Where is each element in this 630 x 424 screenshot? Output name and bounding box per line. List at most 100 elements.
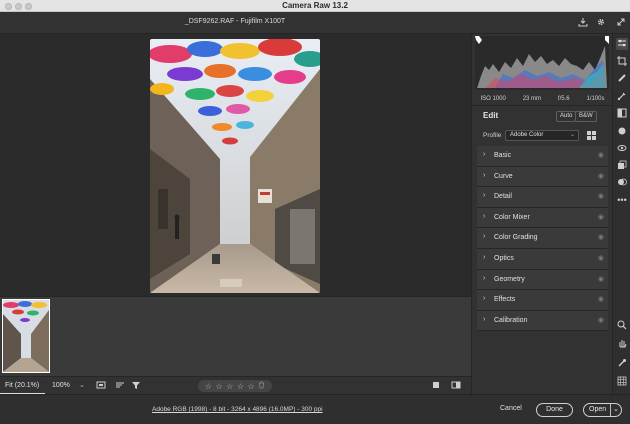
download-icon[interactable] <box>577 17 589 29</box>
section-label: Effects <box>494 296 516 304</box>
section-calibration[interactable]: › Calibration ◉ <box>477 310 608 332</box>
section-basic[interactable]: › Basic ◉ <box>477 146 608 167</box>
shadow-clipping-icon <box>475 36 482 44</box>
section-color-grading[interactable]: › Color Grading ◉ <box>477 228 608 249</box>
eye-icon[interactable]: ◉ <box>598 295 604 303</box>
histogram[interactable] <box>475 36 609 90</box>
section-label: Curve <box>494 172 513 180</box>
section-label: Geometry <box>494 275 525 283</box>
profile-value: Adobe Color <box>510 132 544 138</box>
canvas-bottom-bar: Fit (20.1%) 100% ⌄ ☆ ☆ ☆ ☆ ☆ <box>0 376 471 395</box>
footer-bar: Adobe RGB (1998) - 8 bit - 3264 x 4896 (… <box>0 394 630 424</box>
chevron-right-icon: › <box>483 295 486 303</box>
section-optics[interactable]: › Optics ◉ <box>477 248 608 270</box>
chevron-right-icon: › <box>483 151 486 158</box>
open-button-separator <box>610 404 611 416</box>
section-label: Basic <box>494 152 512 159</box>
healing-brush-icon[interactable] <box>616 73 628 85</box>
section-geometry[interactable]: › Geometry ◉ <box>477 269 608 291</box>
section-label: Color Grading <box>494 234 538 242</box>
black-white-button[interactable]: B&W <box>575 111 597 122</box>
section-label: Color Mixer <box>494 213 530 221</box>
trash-icon[interactable] <box>258 381 265 391</box>
gear-icon[interactable] <box>595 17 607 29</box>
exif-iso: ISO 1000 <box>480 95 506 102</box>
edit-title: Edit <box>483 111 499 120</box>
edit-panel: ISO 1000 23 mm f/5.6 1/100s Edit Auto B&… <box>471 34 613 394</box>
edit-header: Edit Auto B&W <box>472 108 613 124</box>
profile-select[interactable]: Adobe Color ⌄ <box>505 130 579 141</box>
section-effects[interactable]: › Effects ◉ <box>477 290 608 311</box>
red-eye-icon[interactable] <box>616 143 628 155</box>
zoom-level-select[interactable]: 100% <box>52 382 70 389</box>
image-canvas[interactable] <box>0 34 471 296</box>
edit-sliders-icon[interactable] <box>616 38 628 50</box>
profile-browser-icon[interactable] <box>586 131 596 141</box>
eye-icon[interactable]: ◉ <box>598 172 604 180</box>
filmstrip-thumbnail[interactable] <box>2 299 50 373</box>
chevron-down-icon[interactable]: ⌄ <box>79 381 85 389</box>
eye-icon[interactable]: ◉ <box>598 254 604 262</box>
hand-tool-icon[interactable] <box>616 338 628 350</box>
star-icon[interactable]: ☆ <box>226 382 233 391</box>
edit-sections: › Basic ◉ › Curve ◉ › Detail ◉ › Color Mixer ◉ ›… <box>472 146 613 332</box>
chevron-right-icon: › <box>483 233 486 241</box>
eye-icon[interactable]: ◉ <box>598 213 604 221</box>
exif-info: ISO 1000 23 mm f/5.6 1/100s <box>472 92 613 106</box>
star-rating[interactable]: ☆ ☆ ☆ ☆ ☆ <box>198 380 272 392</box>
photo-preview[interactable] <box>150 39 320 293</box>
tool-strip: ••• <box>612 34 630 394</box>
auto-button[interactable]: Auto <box>556 111 577 122</box>
expand-icon[interactable] <box>615 17 627 29</box>
color-sampler-icon[interactable] <box>616 358 628 370</box>
exif-shutter: 1/100s <box>586 95 605 102</box>
chevron-down-icon: ⌄ <box>569 132 575 138</box>
filmstrip <box>0 296 471 376</box>
more-icon[interactable]: ••• <box>616 194 628 206</box>
section-color-mixer[interactable]: › Color Mixer ◉ <box>477 207 608 229</box>
eye-icon[interactable]: ◉ <box>598 275 604 283</box>
exif-focal-length: 23 mm <box>522 95 542 102</box>
snapshots-icon[interactable] <box>616 160 628 172</box>
chevron-right-icon: › <box>483 253 486 261</box>
header-bar: _DSF9262.RAF - Fujifilm X100T <box>0 12 630 34</box>
zoom-fit-button[interactable]: Fit (20.1%) <box>5 382 39 389</box>
eye-icon[interactable]: ◉ <box>598 233 604 241</box>
section-label: Optics <box>494 254 514 262</box>
star-icon[interactable]: ☆ <box>248 382 255 391</box>
single-view-icon[interactable] <box>430 380 442 392</box>
before-after-icon[interactable] <box>450 380 462 392</box>
eye-icon[interactable]: ◉ <box>598 151 604 159</box>
sort-icon[interactable] <box>114 380 126 392</box>
zoom-tool-icon[interactable] <box>616 320 628 332</box>
section-label: Detail <box>494 193 512 201</box>
grid-overlay-icon[interactable] <box>616 376 628 388</box>
section-detail[interactable]: › Detail ◉ <box>477 187 608 208</box>
star-icon[interactable]: ☆ <box>215 382 222 391</box>
presets-icon[interactable] <box>616 177 628 189</box>
section-curve[interactable]: › Curve ◉ <box>477 166 608 188</box>
filter-icon[interactable] <box>130 380 142 392</box>
crop-icon[interactable] <box>616 56 628 68</box>
chevron-down-icon[interactable]: ⌄ <box>613 405 619 413</box>
highlight-clipping-icon <box>605 36 609 44</box>
workflow-options-link[interactable]: Adobe RGB (1998) - 8 bit - 3264 x 4896 (… <box>152 406 323 413</box>
eye-icon[interactable]: ◉ <box>598 316 604 324</box>
star-icon[interactable]: ☆ <box>237 382 244 391</box>
view-options-icon[interactable] <box>95 380 107 392</box>
eye-icon[interactable]: ◉ <box>598 192 604 200</box>
window-title: Camera Raw 13.2 <box>282 1 348 10</box>
cancel-button[interactable]: Cancel <box>500 405 522 412</box>
open-button[interactable]: Open ⌄ <box>583 403 622 417</box>
chevron-right-icon: › <box>483 274 486 282</box>
adjustment-brush-icon[interactable] <box>616 91 628 103</box>
radial-filter-icon[interactable] <box>616 126 628 138</box>
star-icon[interactable]: ☆ <box>205 382 212 391</box>
graduated-filter-icon[interactable] <box>616 108 628 120</box>
section-label: Calibration <box>494 316 528 324</box>
chevron-right-icon: › <box>483 212 486 220</box>
profile-label: Profile <box>483 132 502 139</box>
window-titlebar: Camera Raw 13.2 <box>0 0 630 12</box>
chevron-right-icon: › <box>483 171 486 179</box>
done-button[interactable]: Done <box>536 403 573 417</box>
